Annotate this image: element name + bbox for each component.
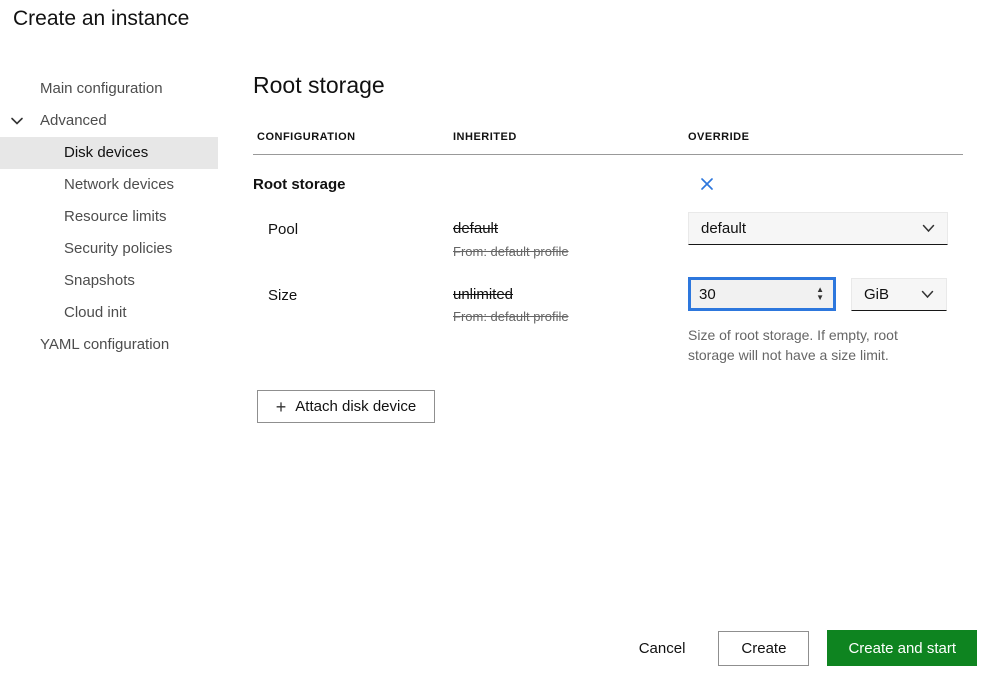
sidebar-item-label: Cloud init <box>64 297 127 329</box>
sidebar-item-label: Snapshots <box>64 265 135 297</box>
pool-select-value: default <box>701 220 746 237</box>
plus-icon: + <box>276 398 287 416</box>
attach-disk-device-label: Attach disk device <box>295 398 416 415</box>
sidebar-item-disk-devices[interactable]: Disk devices <box>0 137 218 169</box>
sidebar-item-label: Main configuration <box>40 73 163 105</box>
sidebar-item-label: YAML configuration <box>40 329 169 361</box>
sidebar-item-label: Security policies <box>64 233 172 265</box>
sidebar-item-label: Network devices <box>64 169 174 201</box>
sidebar-item-advanced[interactable]: Advanced <box>0 105 218 137</box>
chevron-down-icon <box>921 290 934 299</box>
create-instance-page: Create an instance Main configuration Ad… <box>0 0 991 681</box>
column-header-override: OVERRIDE <box>688 131 749 143</box>
chevron-down-icon <box>922 224 935 233</box>
sidebar-item-label: Disk devices <box>64 137 148 169</box>
sidebar-item-main-configuration[interactable]: Main configuration <box>0 73 218 105</box>
attach-disk-device-button[interactable]: + Attach disk device <box>257 390 435 423</box>
pool-inherited-value: default <box>453 220 498 237</box>
size-unit-value: GiB <box>864 286 889 303</box>
cancel-button[interactable]: Cancel <box>633 640 692 657</box>
size-help-text: Size of root storage. If empty, root sto… <box>688 325 942 365</box>
size-inherited-value: unlimited <box>453 286 513 303</box>
size-unit-select[interactable]: GiB <box>851 278 947 311</box>
sidebar: Main configuration Advanced Disk devices… <box>0 73 218 361</box>
sidebar-item-snapshots[interactable]: Snapshots <box>0 265 218 297</box>
pool-inherited-source: From: default profile <box>453 244 569 259</box>
page-title: Create an instance <box>13 7 189 31</box>
size-input-wrap: ▲ ▼ <box>688 277 836 311</box>
sidebar-item-yaml-configuration[interactable]: YAML configuration <box>0 329 218 361</box>
sidebar-item-security-policies[interactable]: Security policies <box>0 233 218 265</box>
column-header-inherited: INHERITED <box>453 131 517 143</box>
chevron-down-icon <box>10 115 24 127</box>
size-input[interactable] <box>691 286 816 303</box>
size-inherited-source: From: default profile <box>453 309 569 324</box>
sidebar-item-resource-limits[interactable]: Resource limits <box>0 201 218 233</box>
sidebar-item-network-devices[interactable]: Network devices <box>0 169 218 201</box>
column-header-configuration: CONFIGURATION <box>257 131 356 143</box>
number-spinner: ▲ ▼ <box>816 286 833 302</box>
pool-select[interactable]: default <box>688 212 948 245</box>
footer-actions: Cancel Create Create and start <box>633 630 977 666</box>
close-icon <box>700 177 714 191</box>
spinner-down-icon[interactable]: ▼ <box>816 294 824 302</box>
size-label: Size <box>268 287 297 304</box>
sidebar-item-cloud-init[interactable]: Cloud init <box>0 297 218 329</box>
section-title: Root storage <box>253 72 385 99</box>
create-button[interactable]: Create <box>718 631 809 666</box>
pool-label: Pool <box>268 221 298 238</box>
header-divider <box>253 154 963 155</box>
sidebar-item-label: Advanced <box>40 105 107 137</box>
create-and-start-button[interactable]: Create and start <box>827 630 977 666</box>
clear-override-button[interactable] <box>696 173 718 195</box>
root-storage-row-label: Root storage <box>253 176 346 193</box>
sidebar-item-label: Resource limits <box>64 201 167 233</box>
